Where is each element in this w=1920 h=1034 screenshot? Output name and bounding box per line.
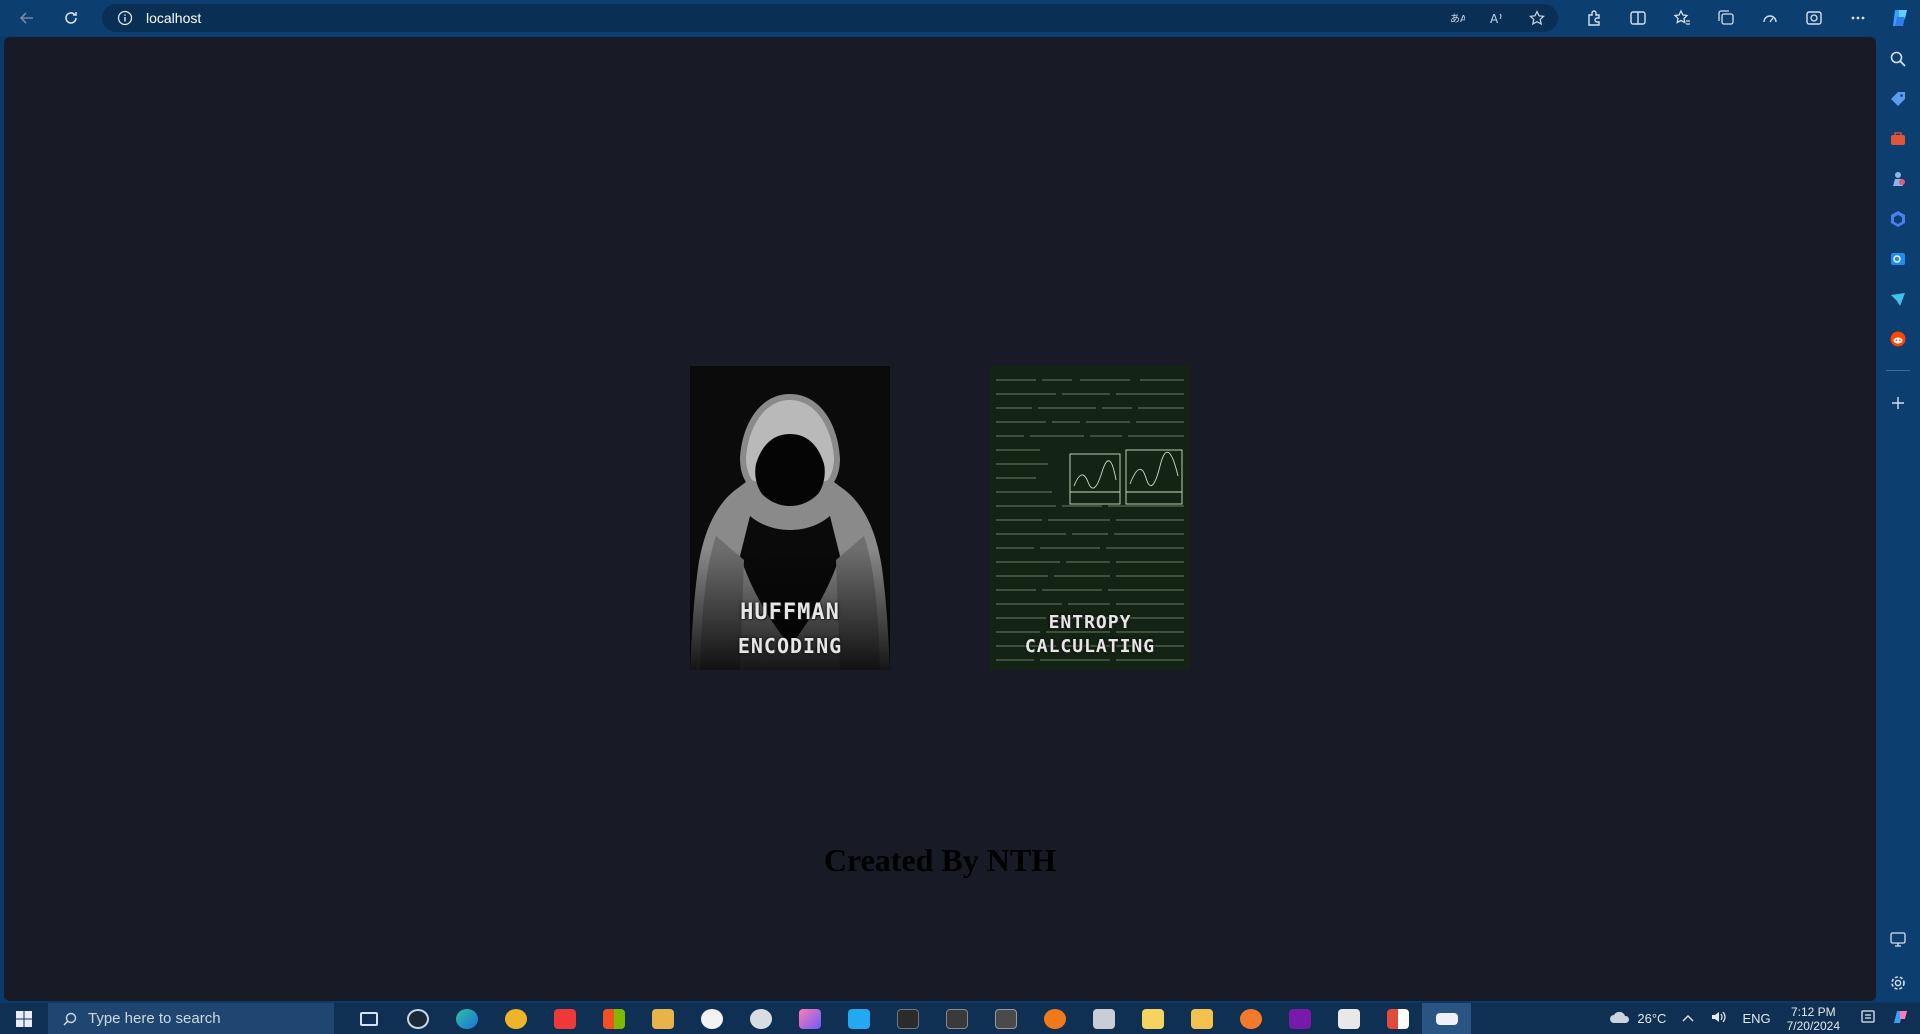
clock-time: 7:12 PM [1790, 1004, 1836, 1019]
search-app-icon[interactable] [1030, 1003, 1079, 1034]
clock[interactable]: 7:12 PM 7/20/2024 [1787, 1005, 1840, 1033]
paint-brush-icon[interactable] [736, 1003, 785, 1034]
blender-icon[interactable] [1226, 1003, 1275, 1034]
read-aloud-icon[interactable]: A [1484, 5, 1510, 31]
translate-icon[interactable]: あA [1444, 5, 1470, 31]
favorite-star-icon[interactable] [1524, 5, 1550, 31]
split-screen-icon[interactable] [1616, 0, 1660, 36]
refresh-button[interactable] [53, 0, 89, 36]
performance-icon[interactable] [1748, 0, 1792, 36]
task-view-icon[interactable] [344, 1003, 393, 1034]
windows-logo-icon [16, 1010, 32, 1027]
extensions-icon[interactable] [1572, 0, 1616, 36]
weather-temperature[interactable]: 26°C [1637, 1011, 1666, 1026]
console-icon[interactable] [932, 1003, 981, 1034]
vscode-icon[interactable] [834, 1003, 883, 1034]
favorites-icon[interactable] [1660, 0, 1704, 36]
microsoft-store-icon[interactable] [589, 1003, 638, 1034]
paint-app-icon[interactable] [687, 1003, 736, 1034]
windows-start-button[interactable] [0, 1003, 48, 1034]
taskbar-search-box[interactable]: Type here to search [48, 1003, 334, 1034]
shopping-tag-icon[interactable] [1885, 86, 1911, 112]
notes-icon[interactable] [1128, 1003, 1177, 1034]
edge-sidebar [1876, 36, 1920, 1001]
svg-text:A: A [1490, 12, 1499, 26]
back-arrow-icon [19, 12, 33, 24]
address-bar[interactable]: localhost あA A [102, 4, 1558, 32]
office-icon[interactable] [1373, 1003, 1422, 1034]
created-by-text: Created By NTH [823, 842, 1057, 878]
copilot-app-icon[interactable] [785, 1003, 834, 1034]
refresh-icon [65, 12, 77, 24]
system-tray: 26°C ENG 7:12 PM 7/20/2024 [1609, 1003, 1920, 1034]
site-info-icon[interactable] [114, 7, 136, 29]
card-title-line1: HUFFMAN [740, 600, 840, 625]
terminal-icon[interactable] [883, 1003, 932, 1034]
keyboard-app-icon[interactable] [1079, 1003, 1128, 1034]
folder-icon[interactable] [1177, 1003, 1226, 1034]
search-icon [63, 1012, 77, 1026]
copilot-tray-icon[interactable] [1892, 1008, 1910, 1029]
edge-icon[interactable] [442, 1003, 491, 1034]
games-chess-icon[interactable] [1885, 166, 1911, 192]
reddit-icon[interactable] [1885, 326, 1911, 352]
card-title-line2: ENCODING [737, 634, 843, 658]
active-app-icon[interactable] [1422, 1003, 1471, 1034]
huffman-encoding-card[interactable]: HUFFMAN ENCODING [690, 366, 890, 670]
back-button[interactable] [9, 0, 45, 36]
edge-sidebar-icon[interactable] [1792, 0, 1836, 36]
file-manager-icon[interactable] [638, 1003, 687, 1034]
search-placeholder: Type here to search [88, 1010, 221, 1027]
outlook-icon[interactable] [1885, 246, 1911, 272]
card-title-line1: ENTROPY [1048, 612, 1132, 633]
weather-icon[interactable] [1609, 1009, 1631, 1028]
tools-briefcase-icon[interactable] [1885, 126, 1911, 152]
svg-text:あA: あA [1450, 13, 1465, 25]
drop-send-icon[interactable] [1885, 286, 1911, 312]
volume-icon[interactable] [1710, 1010, 1727, 1027]
more-menu-icon[interactable] [1836, 0, 1880, 36]
add-icon[interactable] [1885, 390, 1911, 416]
clock-date: 7/20/2024 [1786, 1018, 1840, 1033]
chevron-up-icon[interactable] [1682, 1011, 1694, 1026]
language-indicator[interactable]: ENG [1742, 1011, 1770, 1026]
microsoft-365-icon[interactable] [1885, 206, 1911, 232]
copilot-icon[interactable] [1880, 0, 1920, 36]
steam-icon[interactable] [393, 1003, 442, 1034]
browser-toolbar: localhost あA A [0, 0, 1920, 36]
search-icon[interactable] [1885, 46, 1911, 72]
powershell-icon[interactable] [981, 1003, 1030, 1034]
windows-taskbar: Type here to search 26°C ENG 7:12 PM 7/2… [0, 1003, 1920, 1034]
card-title-line2: CALCULATING [1024, 636, 1156, 657]
notifications-icon[interactable] [1860, 1009, 1876, 1028]
url-text: localhost [146, 10, 202, 26]
vivaldi-icon[interactable] [540, 1003, 589, 1034]
page-viewport: HUFFMAN ENCODING ENTROPY CALCULATING Cre… [4, 37, 1876, 1001]
sidebar-settings-icon[interactable] [1885, 970, 1911, 996]
onenote-icon[interactable] [1275, 1003, 1324, 1034]
unity-icon[interactable] [1324, 1003, 1373, 1034]
entropy-calculating-card[interactable]: ENTROPY CALCULATING [990, 366, 1190, 670]
chrome-canary-icon[interactable] [491, 1003, 540, 1034]
screenshot-icon[interactable] [1885, 926, 1911, 952]
sidebar-divider [1886, 370, 1910, 371]
collections-icon[interactable] [1704, 0, 1748, 36]
